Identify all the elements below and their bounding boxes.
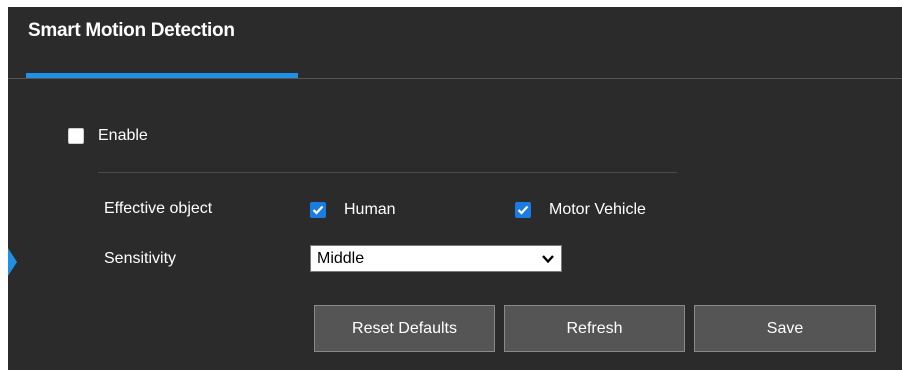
motor-vehicle-label: Motor Vehicle — [549, 201, 646, 218]
enable-label: Enable — [98, 127, 148, 144]
sensitivity-select[interactable]: Middle — [310, 245, 562, 272]
human-label: Human — [344, 201, 396, 218]
enable-checkbox[interactable] — [68, 128, 84, 144]
human-checkbox[interactable] — [310, 202, 326, 218]
effective-object-label: Effective object — [104, 200, 213, 217]
refresh-button[interactable]: Refresh — [504, 305, 685, 352]
tab-header: Smart Motion Detection — [8, 7, 902, 79]
motor-vehicle-checkbox[interactable] — [515, 202, 531, 218]
sensitivity-label: Sensitivity — [104, 250, 177, 267]
human-option: Human — [310, 201, 396, 219]
chevron-down-icon — [542, 254, 554, 263]
enable-row: Enable — [68, 127, 148, 145]
sensitivity-value: Middle — [317, 249, 365, 267]
side-expand-arrow-icon[interactable] — [8, 248, 17, 276]
motor-vehicle-option: Motor Vehicle — [515, 201, 646, 219]
checkmark-icon — [517, 205, 529, 215]
checkmark-icon — [312, 205, 324, 215]
tab-smart-motion-detection[interactable]: Smart Motion Detection — [28, 20, 235, 42]
save-button[interactable]: Save — [694, 305, 876, 352]
section-divider — [98, 172, 677, 173]
settings-panel: Smart Motion Detection Enable Effective … — [8, 7, 902, 370]
header-divider — [8, 78, 902, 79]
reset-defaults-button[interactable]: Reset Defaults — [314, 305, 495, 352]
